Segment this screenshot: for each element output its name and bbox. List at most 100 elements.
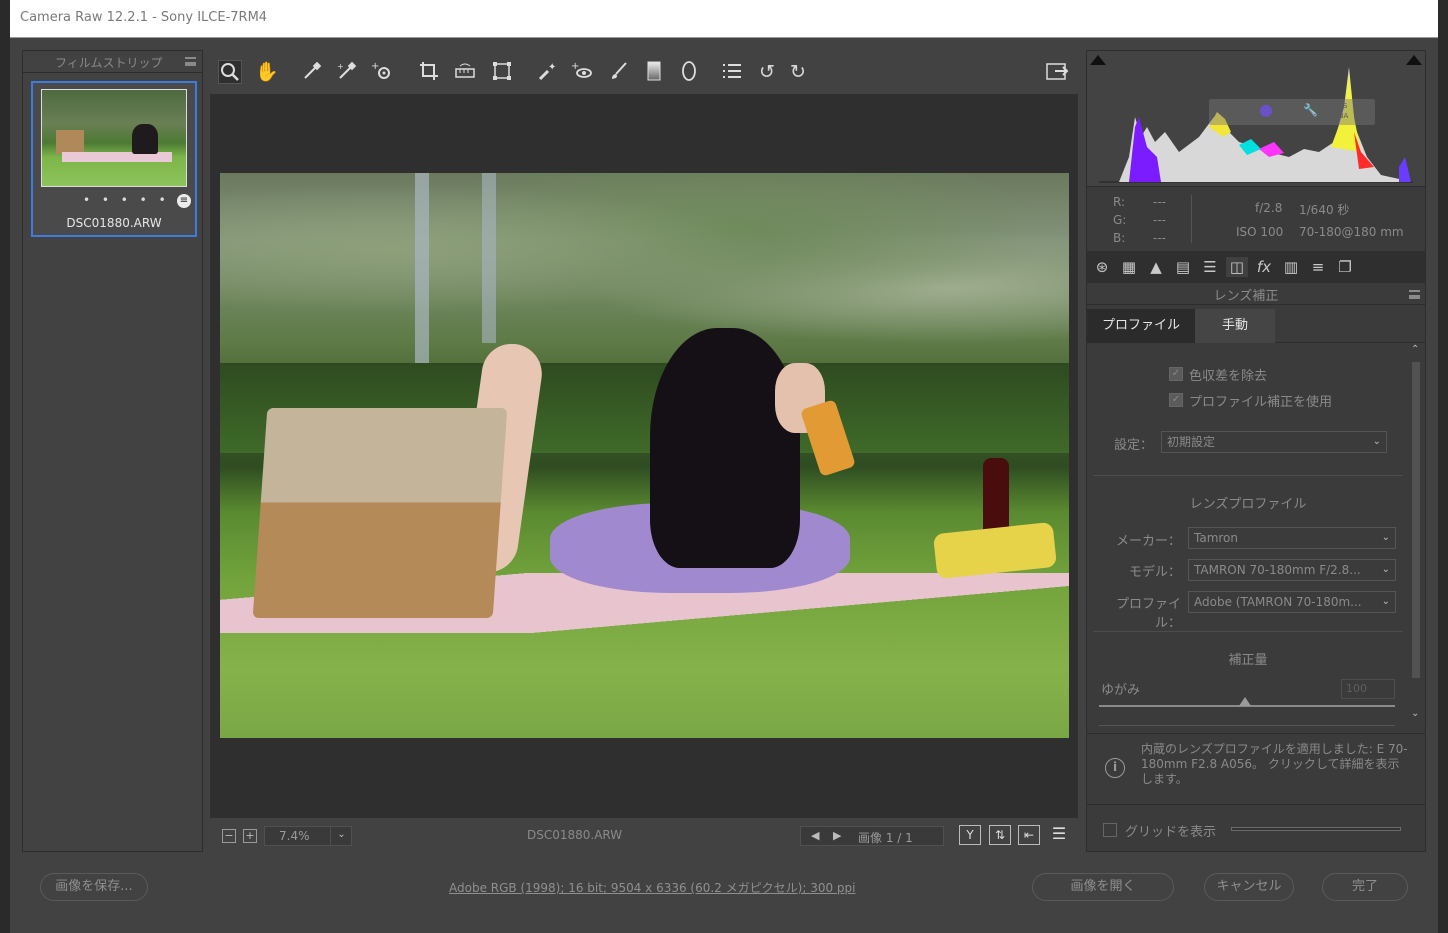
zoom-in-icon[interactable]: + (243, 829, 257, 843)
g-label: G: (1113, 213, 1127, 227)
g-value: --- (1153, 213, 1166, 227)
info-icon: i (1105, 758, 1125, 778)
setup-value: 初期設定 (1167, 435, 1216, 449)
snapshots-panel-icon[interactable]: ❐ (1334, 257, 1356, 277)
calibration-panel-icon[interactable]: ▥ (1280, 257, 1302, 277)
chevron-down-icon[interactable]: ⌄ (330, 826, 352, 846)
copy-settings-icon[interactable]: ⇤ (1018, 825, 1040, 845)
hand-tool-icon[interactable]: ✋ (255, 60, 279, 84)
amount-header: 補正量 (1228, 653, 1268, 668)
open-image-button[interactable]: 画像を開く (1032, 873, 1174, 901)
panel-menu-icon[interactable] (1409, 290, 1420, 299)
model-label: モデル： (1128, 565, 1181, 580)
canvas-filename: DSC01880.ARW (527, 828, 623, 842)
tab-manual[interactable]: 手動 (1195, 309, 1275, 343)
preview-photo[interactable] (220, 173, 1069, 738)
rgb-exif-readout: R: --- G: --- B: --- f/2.8 1/640 秒 ISO 1… (1087, 187, 1425, 247)
chevron-down-icon: ⌄ (1372, 436, 1381, 447)
grid-size-slider[interactable] (1231, 827, 1401, 831)
b-value: --- (1153, 231, 1166, 245)
done-button[interactable]: 完了 (1322, 873, 1408, 901)
hsl-panel-icon[interactable]: ▤ (1172, 257, 1194, 277)
save-image-button[interactable]: 画像を保存... (40, 873, 148, 901)
exif-lens: 70-180@180 mm (1299, 225, 1404, 239)
rating-dots[interactable]: • • • • • (83, 193, 170, 207)
rotate-right-icon[interactable]: ↻ (786, 60, 810, 84)
cancel-button[interactable]: キャンセル (1204, 873, 1294, 901)
preferences-icon[interactable] (720, 60, 744, 84)
filmstrip-header: フィルムストリップ (23, 51, 202, 73)
radial-filter-tool-icon[interactable] (677, 60, 701, 84)
setup-label: 設定： (1113, 438, 1153, 453)
effects-panel-icon[interactable]: fx (1253, 257, 1275, 277)
white-balance-tool-icon[interactable] (300, 60, 324, 84)
straighten-tool-icon[interactable] (453, 60, 477, 84)
rotate-left-icon[interactable]: ↺ (755, 60, 779, 84)
exif-aperture: f/2.8 (1255, 201, 1283, 215)
model-value: TAMRON 70-180mm F/2.8... (1194, 563, 1361, 577)
presets-panel-icon[interactable]: ≡ (1307, 257, 1329, 277)
histogram-popup: ◉ ● ♙ 🔧 CAPS KANA ⌄ (1209, 99, 1375, 125)
color-sampler-tool-icon[interactable]: + (335, 60, 359, 84)
window-title: Camera Raw 12.2.1 - Sony ILCE-7RM4 (20, 10, 268, 25)
scroll-up-icon[interactable]: ⌃ (1411, 344, 1419, 355)
profile-info-message[interactable]: i 内蔵のレンズプロファイルを適用しました: E 70-180mm F2.8 A… (1087, 733, 1425, 805)
kana-indicator: KANA (1329, 112, 1349, 120)
filmstrip-menu-icon[interactable] (185, 57, 196, 66)
workflow-options-link[interactable]: Adobe RGB (1998); 16 bit; 9504 x 6336 (6… (449, 879, 855, 896)
lens-profile-header: レンズプロファイル (1189, 497, 1307, 512)
model-select[interactable]: TAMRON 70-180mm F/2.8... ⌄ (1188, 559, 1396, 581)
distortion-value-field[interactable]: 100 (1341, 679, 1395, 699)
spot-removal-tool-icon[interactable]: ✦ (535, 60, 559, 84)
panel-scrollbar[interactable]: ⌃ ⌄ (1410, 344, 1422, 726)
zoom-out-icon[interactable]: − (222, 829, 236, 843)
scroll-down-icon[interactable]: ⌄ (1411, 708, 1419, 719)
svg-text:+: + (371, 61, 379, 72)
filmstrip-title: フィルムストリップ (55, 56, 163, 70)
before-after-icon[interactable]: Y (959, 825, 981, 845)
show-grid-label: グリッドを表示 (1125, 825, 1217, 840)
panel-header: レンズ補正 (1087, 283, 1425, 305)
toolbar: ✋ + + ✦ + ↺ ↻ (210, 50, 1078, 94)
basic-panel-icon[interactable]: ⊛ (1091, 257, 1113, 277)
image-navigator: ◀ ▶ 画像 1 / 1 (800, 826, 944, 846)
view-settings-icon[interactable]: ☰ (1048, 825, 1070, 845)
profile-corrections-checkbox[interactable]: ✓ (1169, 393, 1183, 407)
fullscreen-toggle-icon[interactable] (1045, 60, 1069, 84)
graduated-filter-tool-icon[interactable] (642, 60, 666, 84)
swap-before-after-icon[interactable]: ⇅ (989, 825, 1011, 845)
zoom-tool-icon[interactable] (218, 60, 242, 84)
next-image-icon[interactable]: ▶ (833, 829, 841, 842)
profile-corrections-label: プロファイル補正を使用 (1189, 395, 1333, 410)
make-label: メーカー： (1115, 534, 1181, 549)
thumbnail-image (41, 89, 187, 187)
detail-panel-icon[interactable]: ▲ (1145, 257, 1167, 277)
targeted-adjustment-tool-icon[interactable]: + (370, 60, 394, 84)
scrollbar-thumb[interactable] (1412, 362, 1420, 678)
tone-curve-panel-icon[interactable]: ▦ (1118, 257, 1140, 277)
split-toning-panel-icon[interactable]: ☰ (1199, 257, 1221, 277)
left-window-edge (0, 0, 10, 933)
red-eye-tool-icon[interactable]: + (570, 60, 594, 84)
caps-indicator: CAPS (1329, 102, 1348, 110)
show-grid-checkbox[interactable] (1103, 823, 1117, 837)
right-window-edge (1438, 0, 1448, 933)
remove-ca-checkbox[interactable]: ✓ (1169, 367, 1183, 381)
previous-image-icon[interactable]: ◀ (811, 829, 819, 842)
info-text: 内蔵のレンズプロファイルを適用しました: E 70-180mm F2.8 A05… (1141, 742, 1408, 786)
chevron-down-icon: ⌄ (1381, 564, 1390, 575)
svg-text:+: + (337, 62, 344, 71)
transform-tool-icon[interactable] (490, 60, 514, 84)
make-select[interactable]: Tamron ⌄ (1188, 527, 1396, 549)
b-label: B: (1113, 231, 1126, 245)
profile-label: プロファイル： (1115, 597, 1181, 631)
histogram: ◉ ● ♙ 🔧 CAPS KANA ⌄ (1087, 51, 1425, 187)
crop-tool-icon[interactable] (417, 60, 441, 84)
lens-corrections-panel-icon[interactable]: ◫ (1226, 257, 1248, 277)
filmstrip-thumbnail[interactable]: • • • • • ≡ DSC01880.ARW (31, 81, 197, 237)
tab-profile[interactable]: プロファイル (1087, 309, 1195, 343)
profile-select[interactable]: Adobe (TAMRON 70-180m... ⌄ (1188, 591, 1396, 613)
adjustment-brush-tool-icon[interactable] (607, 60, 631, 84)
setup-select[interactable]: 初期設定 ⌄ (1161, 431, 1387, 453)
distortion-slider-thumb[interactable] (1239, 697, 1251, 706)
